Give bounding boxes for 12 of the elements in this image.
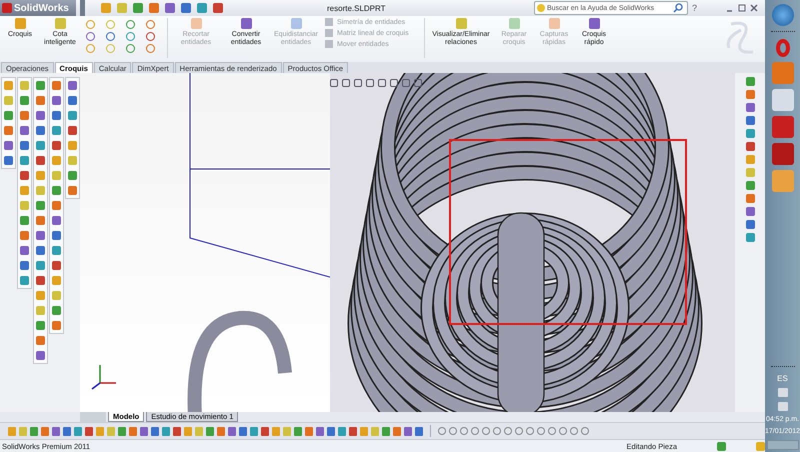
app-icon[interactable] — [772, 170, 794, 192]
axis-triad-icon — [92, 365, 116, 390]
help-button[interactable]: ? — [692, 3, 697, 13]
search-icon[interactable] — [672, 3, 683, 13]
app-icon[interactable] — [776, 39, 790, 57]
window-title: resorte.SLDPRT — [327, 4, 387, 12]
start-button[interactable] — [772, 4, 794, 26]
app-icon[interactable] — [772, 116, 794, 138]
logo-icon — [2, 3, 12, 13]
show-desktop-button[interactable] — [766, 440, 798, 450]
app-icon[interactable] — [772, 89, 794, 111]
app-icon[interactable] — [772, 143, 794, 165]
